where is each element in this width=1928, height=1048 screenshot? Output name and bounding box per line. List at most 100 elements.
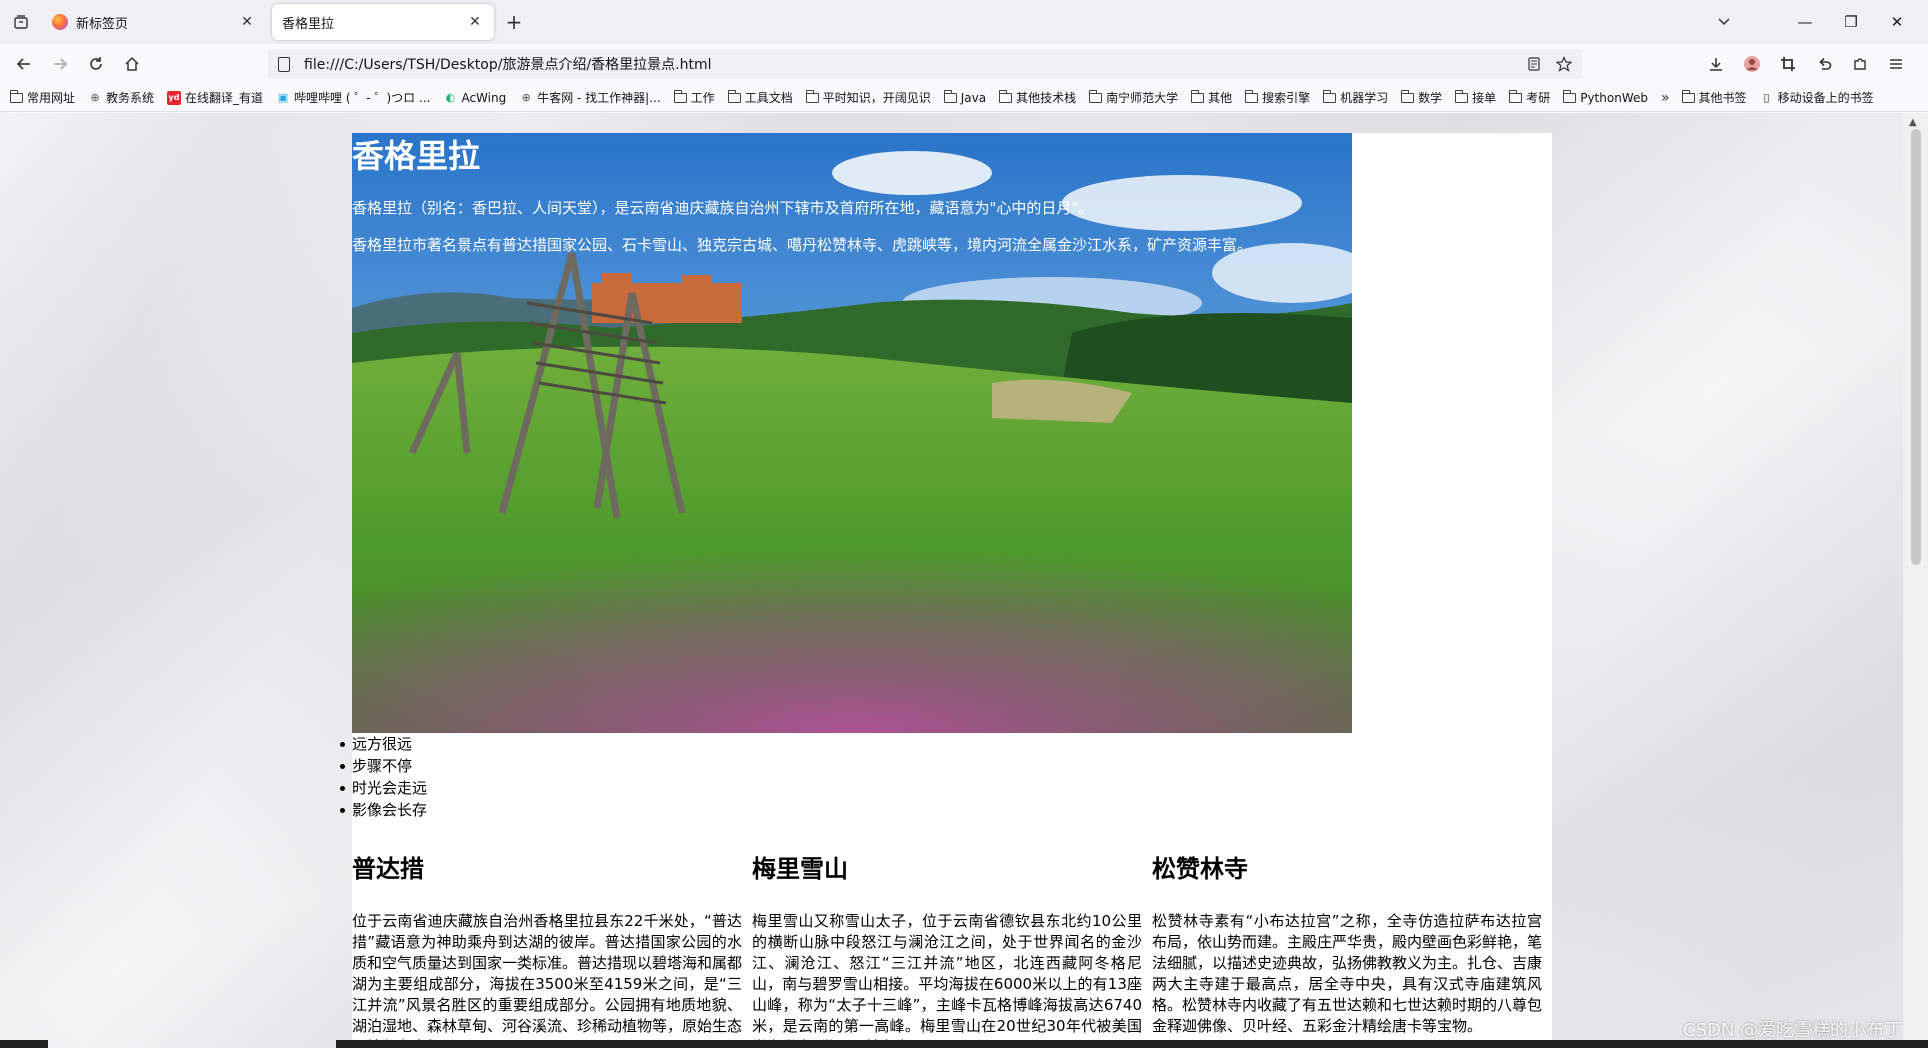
downloads-icon[interactable] [1702, 50, 1730, 78]
account-avatar-icon[interactable] [1738, 50, 1766, 78]
folder-icon [1401, 89, 1415, 103]
bookmark-label: 接单 [1472, 91, 1497, 105]
folder-icon [1681, 89, 1695, 103]
bilibili-icon: ▣ [277, 91, 289, 104]
url-bar[interactable] [268, 49, 1582, 79]
new-tab-button[interactable]: + [502, 10, 526, 34]
intro-paragraph-2: 香格里拉市著名景点有普达措国家公园、石卡雪山、独克宗古城、噶丹松赞林寺、虎跳峡等… [352, 236, 1253, 254]
bookmark-item[interactable]: PythonWeb [1563, 87, 1648, 109]
restore-button[interactable]: ❐ [1828, 0, 1874, 44]
reader-view-icon[interactable] [1522, 52, 1546, 76]
scrollbar-thumb[interactable] [1911, 129, 1921, 565]
tab-title: 新标签页 [76, 16, 129, 32]
folder-icon [805, 89, 819, 103]
vertical-scrollbar[interactable]: ▲ [1903, 113, 1928, 1048]
bookmark-item[interactable]: 工具文档 [727, 87, 793, 109]
folder-icon [1509, 89, 1523, 103]
bookmark-item[interactable]: ⊕ 牛客网 - 找工作神器|... [519, 87, 661, 109]
bookmark-item[interactable]: ▯ 移动设备上的书签 [1760, 87, 1874, 109]
close-window-button[interactable]: ✕ [1874, 0, 1920, 44]
bookmark-item[interactable]: 其他书签 [1681, 87, 1747, 109]
bookmarks-overflow-chevron-icon[interactable]: » [1661, 90, 1670, 106]
bookmark-item[interactable]: 机器学习 [1323, 87, 1388, 109]
bookmark-item[interactable]: 考研 [1509, 87, 1550, 109]
menu-icon[interactable] [1882, 50, 1910, 78]
folder-icon [727, 89, 741, 103]
forward-button[interactable] [46, 50, 74, 78]
section-heading: 普达措 [352, 855, 424, 883]
tab-list-icon[interactable] [8, 9, 34, 35]
page-container: 香格里拉 香格里拉（别名：香巴拉、人间天堂），是云南省迪庆藏族自治州下辖市及首府… [339, 133, 1552, 1048]
bookmark-item[interactable]: Java [943, 87, 987, 109]
url-input[interactable] [302, 49, 1522, 79]
bookmark-item[interactable]: ⊕ 教务系统 [88, 87, 154, 109]
folder-icon [999, 89, 1013, 103]
bookmark-item[interactable]: yd 在线翻译_有道 [167, 87, 263, 109]
list-item: 远方很远 [339, 733, 427, 755]
bookmark-item[interactable]: 其他技术栈 [999, 87, 1076, 109]
tab-new-tab[interactable]: 新标签页 ✕ [42, 4, 266, 40]
tab-shangri-la[interactable]: 香格里拉 ✕ [272, 4, 494, 40]
watermark: CSDN @爱吃雪糕的小布丁 [1683, 1020, 1903, 1041]
bookmark-item[interactable]: 常用网址 [10, 87, 75, 109]
bookmark-item[interactable]: 接单 [1455, 87, 1496, 109]
bookmark-label: 数学 [1418, 91, 1443, 105]
section-heading: 梅里雪山 [752, 855, 848, 883]
bookmark-item[interactable]: 数学 [1401, 87, 1442, 109]
reload-button[interactable] [82, 50, 110, 78]
bookmark-label: 南宁师范大学 [1106, 91, 1179, 105]
bookmark-item[interactable]: ◐ AcWing [443, 87, 507, 109]
list-item: 时光会走远 [339, 779, 428, 797]
chevron-down-icon[interactable] [1712, 10, 1736, 34]
screenshot-crop-icon[interactable] [1774, 50, 1802, 78]
bookmark-label: 考研 [1526, 91, 1551, 105]
bookmark-item[interactable]: 其他 [1191, 87, 1232, 109]
extensions-icon[interactable] [1846, 50, 1874, 78]
bookmark-label: AcWing [461, 90, 507, 105]
globe-icon: ⊕ [90, 91, 100, 104]
bookmark-item[interactable]: 平时知识，开阔见识 [805, 87, 931, 109]
taskbar-edge [0, 1040, 1928, 1048]
folder-icon [1455, 89, 1469, 103]
bookmark-label: 移动设备上的书签 [1777, 91, 1874, 105]
bookmark-label: 常用网址 [27, 91, 76, 105]
folder-icon [10, 89, 23, 103]
bookmark-label: 平时知识，开阔见识 [822, 91, 931, 105]
list-item: 步骤不停 [339, 755, 427, 777]
page-viewport: 香格里拉 香格里拉（别名：香巴拉、人间天堂），是云南省迪庆藏族自治州下辖市及首府… [0, 113, 1928, 1048]
bookmark-item[interactable]: 南宁师范大学 [1089, 87, 1178, 109]
bookmark-item[interactable]: 工作 [673, 87, 715, 109]
arrow-left-icon [16, 58, 30, 70]
home-button[interactable] [118, 50, 146, 78]
bookmark-label: 其他技术栈 [1016, 91, 1077, 105]
chevron-up-icon[interactable]: ▲ [1909, 117, 1917, 128]
bookmark-label: 哔哩哔哩 ( ゜- ゜)つロ ... [294, 91, 431, 105]
minimize-button[interactable]: — [1782, 0, 1828, 44]
close-icon[interactable]: ✕ [238, 13, 256, 31]
bookmark-label: Java [960, 90, 987, 105]
taskbar-segment [0, 1040, 48, 1048]
bookmark-item[interactable]: ▣ 哔哩哔哩 ( ゜- ゜)つロ ... [276, 87, 431, 109]
intro-paragraph-1: 香格里拉（别名：香巴拉、人间天堂），是云南省迪庆藏族自治州下辖市及首府所在地，藏… [352, 199, 1094, 217]
folder-icon [943, 89, 957, 103]
bookmark-label: 教务系统 [106, 91, 155, 105]
bullet-list: 远方很远 步骤不停 时光会走远 影像会长存 [339, 733, 428, 821]
back-button[interactable] [10, 50, 38, 78]
folder-icon [1245, 89, 1259, 103]
section-text: 梅里雪山又称雪山太子，位于云南省德钦县东北约10公里的横断山脉中段怒江与澜沧江之… [752, 912, 1142, 1048]
section-pudacuo: 普达措 位于云南省迪庆藏族自治州香格里拉县东22千米处，“普达措”藏语意为神助乘… [352, 853, 742, 1048]
reload-icon [90, 57, 102, 70]
folder-icon [1563, 89, 1577, 103]
undo-icon[interactable] [1810, 50, 1838, 78]
section-meili-snow-mountain: 梅里雪山 梅里雪山又称雪山太子，位于云南省德钦县东北约10公里的横断山脉中段怒江… [752, 853, 1142, 1048]
navigation-toolbar [0, 44, 1928, 84]
bookmark-label: 工具文档 [744, 91, 793, 105]
bookmark-item[interactable]: 搜索引擎 [1245, 87, 1310, 109]
bookmark-star-icon[interactable] [1552, 52, 1576, 76]
close-icon[interactable]: ✕ [466, 13, 484, 31]
bookmark-label: 其他 [1208, 91, 1233, 105]
firefox-icon [52, 14, 68, 30]
mobile-icon: ▯ [1763, 91, 1770, 104]
bookmark-label: 牛客网 - 找工作神器|... [537, 91, 661, 105]
acwing-icon: ◐ [445, 91, 456, 104]
